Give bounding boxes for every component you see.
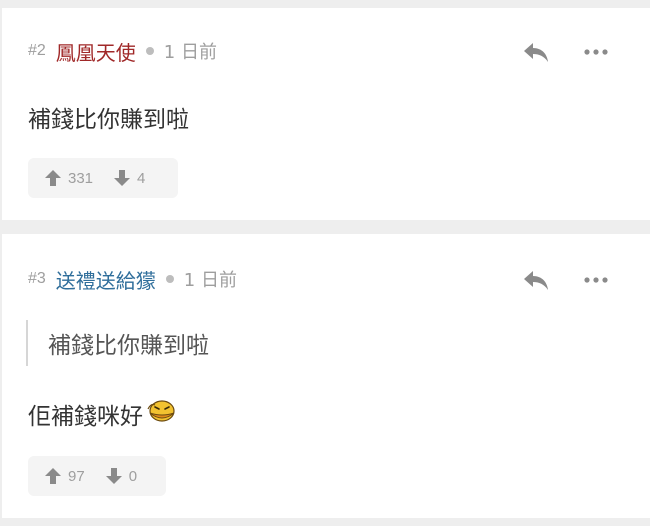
comment-meta: #3 送禮送給獴 1 日前 [28, 265, 237, 294]
floor-number: #3 [28, 270, 46, 287]
arrow-up-icon [45, 170, 61, 186]
username-link[interactable]: 送禮送給獴 [56, 265, 156, 294]
reply-arrow-icon [524, 271, 548, 290]
comment-meta: #2 鳳凰天使 1 日前 [28, 37, 217, 66]
upvote-count: 97 [68, 467, 85, 485]
comment-card: #3 送禮送給獴 1 日前 補錢比你賺到啦 佢補錢咪好 97 0 [2, 234, 650, 518]
downvote-button[interactable]: 0 [105, 467, 137, 485]
downvote-count: 4 [137, 169, 146, 187]
comment-card: #2 鳳凰天使 1 日前 補錢比你賺到啦 331 4 [2, 8, 650, 220]
upvote-button[interactable]: 97 [44, 467, 85, 485]
comment-text: 佢補錢咪好 [28, 404, 143, 430]
separator-dot [145, 47, 154, 55]
more-dots-icon [584, 49, 608, 55]
arrow-up-icon [45, 468, 61, 484]
arrow-down-icon [105, 468, 122, 484]
username-link[interactable]: 鳳凰天使 [56, 37, 136, 66]
reply-arrow-icon [524, 43, 548, 62]
downvote-button[interactable]: 4 [113, 169, 145, 187]
post-time: 1 日前 [183, 270, 237, 291]
downvote-count: 0 [128, 467, 138, 485]
upvote-button[interactable]: 331 [44, 169, 93, 187]
comment-body: 佢補錢咪好 [28, 397, 177, 431]
more-dots-icon [584, 277, 608, 283]
quoted-text: 補錢比你賺到啦 [26, 320, 209, 366]
more-options-button[interactable] [578, 38, 614, 66]
more-options-button[interactable] [578, 266, 614, 294]
post-time: 1 日前 [163, 42, 217, 63]
laughing-duck-emoji-icon [147, 399, 177, 429]
floor-number: #2 [28, 42, 46, 59]
upvote-count: 331 [68, 169, 94, 187]
comment-body: 補錢比你賺到啦 [28, 107, 189, 133]
vote-bar: 97 0 [28, 456, 166, 496]
separator-dot [165, 275, 174, 283]
reply-button[interactable] [518, 38, 554, 66]
reply-button[interactable] [518, 266, 554, 294]
vote-bar: 331 4 [28, 158, 178, 198]
arrow-down-icon [114, 170, 131, 186]
